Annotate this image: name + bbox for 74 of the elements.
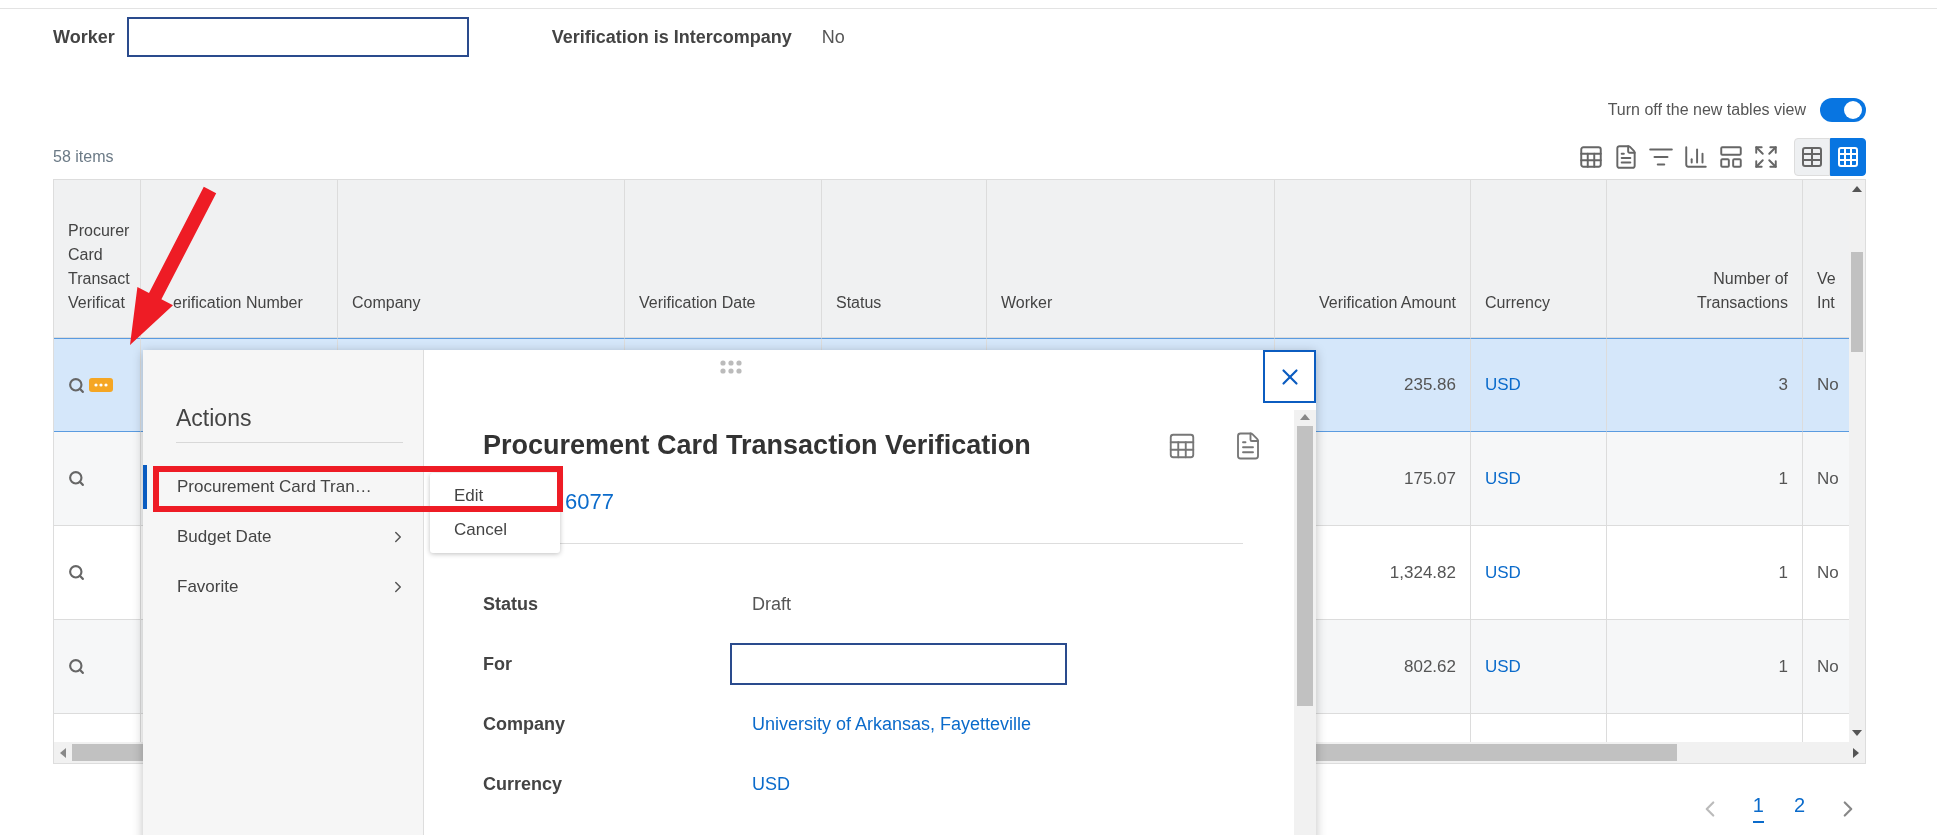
- intercompany-value: No: [821, 26, 845, 48]
- dots-icon: [94, 383, 108, 387]
- layout-icon[interactable]: [1718, 144, 1744, 170]
- document-icon[interactable]: [1613, 144, 1639, 170]
- intercompany-cell: No: [1817, 656, 1839, 677]
- close-button[interactable]: [1263, 350, 1316, 403]
- intercompany-cell: No: [1817, 562, 1839, 583]
- table-icon: [1800, 145, 1824, 169]
- currency-link[interactable]: USD: [1485, 562, 1521, 583]
- search-icon[interactable]: [68, 376, 85, 394]
- column-header[interactable]: Verification Amount: [1319, 291, 1456, 315]
- scroll-down-icon[interactable]: [1852, 730, 1862, 736]
- column-header[interactable]: Number of Transactions: [1668, 267, 1788, 315]
- column-header[interactable]: Company: [352, 291, 421, 315]
- field-label: Currency: [483, 773, 564, 795]
- intercompany-label: Verification is Intercompany: [551, 26, 792, 48]
- action-item[interactable]: Budget Date: [143, 515, 423, 559]
- scroll-thumb[interactable]: [1297, 426, 1313, 706]
- amount-cell: 1,324.82: [1389, 562, 1456, 583]
- transactions-cell: 1: [1778, 656, 1788, 677]
- scroll-up-icon[interactable]: [1852, 186, 1862, 192]
- view-toggle[interactable]: [1820, 98, 1866, 122]
- vertical-scrollbar[interactable]: [1849, 180, 1865, 742]
- item-count: 58 items: [53, 148, 114, 166]
- currency-link[interactable]: USD: [1485, 375, 1521, 395]
- toggle-label: Turn off the new tables view: [1607, 101, 1806, 119]
- search-icon[interactable]: [68, 564, 85, 581]
- search-icon[interactable]: [68, 470, 85, 487]
- worker-label: Worker: [53, 26, 115, 48]
- field-label: For: [483, 653, 513, 675]
- page-link[interactable]: 2: [1793, 794, 1805, 823]
- currency-link[interactable]: USD: [1485, 468, 1521, 489]
- field-label: Company: [483, 713, 566, 735]
- scroll-up-icon[interactable]: [1300, 414, 1310, 420]
- grid-icon: [1836, 145, 1860, 169]
- intercompany-cell: No: [1817, 468, 1839, 489]
- transactions-cell: 3: [1778, 375, 1788, 395]
- submenu-item[interactable]: Cancel: [430, 513, 560, 547]
- amount-cell: 175.07: [1404, 468, 1456, 489]
- scroll-thumb[interactable]: [1851, 252, 1863, 352]
- bar-chart-icon[interactable]: [1683, 144, 1709, 170]
- field-value: Draft: [752, 593, 791, 615]
- transactions-cell: 1: [1778, 468, 1788, 489]
- column-header[interactable]: Verification Date: [639, 291, 756, 315]
- popup-scrollbar[interactable]: [1294, 410, 1316, 835]
- field-label: Status: [483, 593, 539, 615]
- intercompany-cell: No: [1817, 375, 1839, 395]
- worker-field[interactable]: [126, 17, 469, 57]
- view-mode-button[interactable]: [1830, 138, 1866, 176]
- scroll-right-icon[interactable]: [1853, 747, 1859, 758]
- action-item[interactable]: Procurement Card Tran…: [143, 465, 423, 509]
- currency-link[interactable]: USD: [1485, 656, 1521, 677]
- popup-title: Procurement Card Transaction Verification: [483, 430, 1032, 461]
- page-link[interactable]: 1: [1752, 794, 1764, 823]
- column-header[interactable]: erification Number: [173, 291, 303, 315]
- amount-cell: 802.62: [1404, 656, 1456, 677]
- scroll-left-icon[interactable]: [60, 747, 66, 758]
- action-item[interactable]: Favorite: [143, 565, 423, 609]
- search-icon[interactable]: [68, 658, 85, 675]
- amount-cell: 235.86: [1404, 375, 1456, 395]
- transactions-cell: 1: [1778, 562, 1788, 583]
- field-link[interactable]: University of Arkansas, Fayetteville: [752, 713, 1032, 735]
- column-header[interactable]: Status: [836, 291, 882, 315]
- field-link[interactable]: USD: [752, 773, 790, 795]
- for-field[interactable]: [730, 643, 1067, 685]
- column-header[interactable]: Currency: [1485, 291, 1550, 315]
- drag-handle-icon[interactable]: [720, 360, 742, 374]
- spreadsheet-icon[interactable]: [1578, 144, 1604, 170]
- reference-link[interactable]: 6077: [565, 489, 614, 515]
- column-header[interactable]: Worker: [1001, 291, 1053, 315]
- column-header[interactable]: Ve Int: [1817, 267, 1836, 315]
- submenu-item[interactable]: Edit: [430, 479, 560, 513]
- actions-title: Actions: [176, 405, 403, 443]
- expand-icon[interactable]: [1753, 144, 1779, 170]
